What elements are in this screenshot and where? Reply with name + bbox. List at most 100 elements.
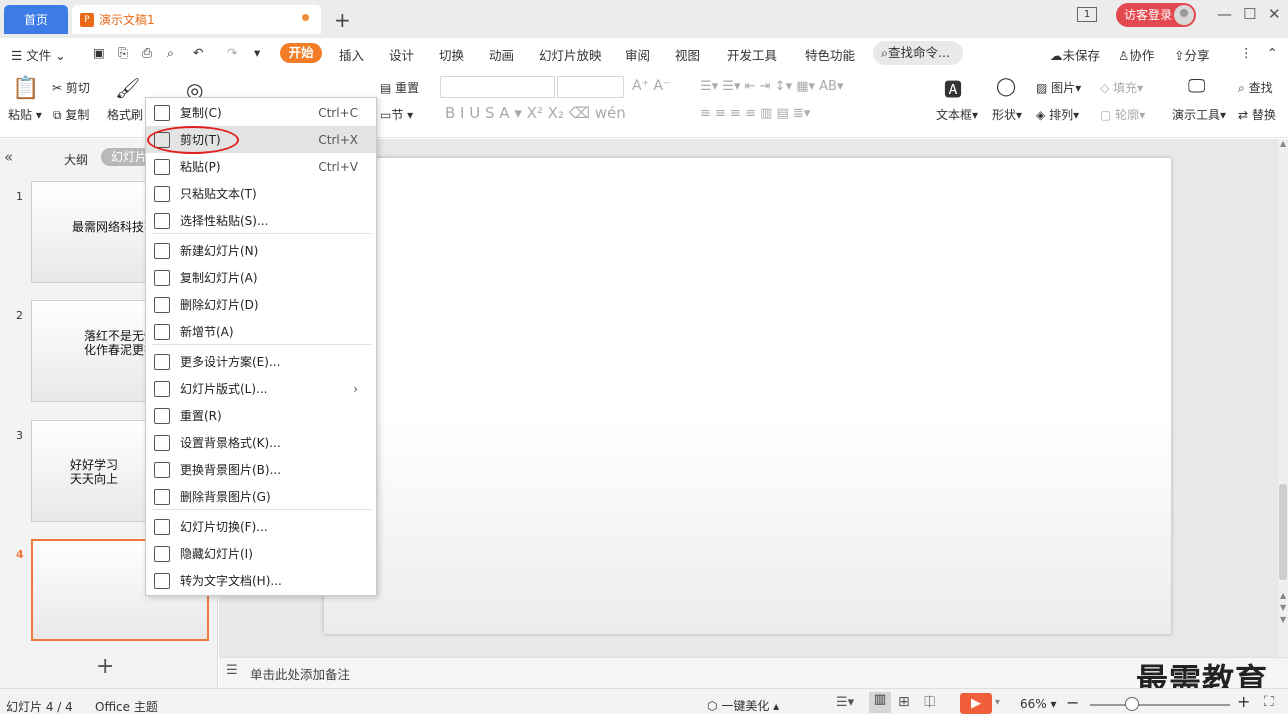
picture-button[interactable]: ▨ 图片▾ (1036, 79, 1081, 96)
copy-button[interactable]: ⧉ 复制 (53, 106, 89, 123)
notes-bar[interactable] (219, 657, 1288, 688)
menu-tab-review[interactable]: 审阅 (625, 45, 650, 64)
fill-button[interactable]: ◇ 填充▾ (1100, 79, 1143, 96)
textbox-button[interactable]: 文本框▾ (936, 106, 978, 123)
scroll-up-icon[interactable]: ▲ (1280, 139, 1286, 148)
sorter-view-icon[interactable]: ⊞ (898, 694, 910, 710)
context-menu-item[interactable]: 转为文字文档(H)... (146, 567, 376, 594)
zoom-slider[interactable] (1090, 704, 1230, 706)
tab-document[interactable]: P 演示文稿1 (72, 5, 321, 34)
save-icon[interactable]: ▣ (93, 45, 105, 60)
shape-button[interactable]: 形状▾ (992, 106, 1022, 123)
new-slide-icon (154, 242, 170, 259)
reset-button[interactable]: ▤ 重置 (380, 79, 419, 96)
font-family-select[interactable] (440, 76, 555, 98)
menu-tab-developer[interactable]: 开发工具 (727, 45, 777, 64)
shape-icon[interactable]: ◯ (996, 76, 1016, 97)
add-slide-button[interactable]: + (96, 654, 114, 679)
quick-access-dropdown-icon[interactable]: ▾ (254, 45, 260, 60)
list-icons[interactable]: ☰▾ ☰▾ ⇤ ⇥ ↕▾ ▦▾ AB▾ (700, 79, 844, 94)
notes-toggle-icon[interactable]: ☰▾ (836, 695, 854, 710)
paste-button[interactable]: 粘贴 ▾ (8, 106, 42, 123)
redo-icon[interactable]: ↷ (227, 45, 237, 60)
context-menu-item[interactable]: 新建幻灯片(N) (146, 237, 376, 264)
scrollbar-thumb[interactable] (1279, 484, 1287, 580)
brush-icon[interactable]: 🖌 (115, 76, 140, 100)
context-menu-item[interactable]: 粘贴(P) Ctrl+V (146, 153, 376, 180)
zoom-in-icon[interactable]: + (1237, 692, 1250, 711)
menu-tab-view[interactable]: 视图 (675, 45, 700, 64)
page-nav-icons[interactable]: ▲ ▼ ▼ (1280, 590, 1286, 626)
maximize-icon[interactable]: ☐ (1243, 5, 1256, 23)
file-menu[interactable]: ☰ 文件 ⌄ (11, 45, 66, 64)
undo-icon[interactable]: ↶ (193, 45, 203, 60)
unsaved-status[interactable]: ☁未保存 (1050, 45, 1100, 64)
menu-tab-slideshow[interactable]: 幻灯片放映 (539, 45, 602, 64)
font-size-buttons-icon[interactable]: A⁺ A⁻ (632, 78, 670, 94)
print-icon[interactable]: ⎙ (142, 45, 152, 61)
fit-window-icon[interactable]: ⛶ (1264, 694, 1274, 710)
tab-home[interactable]: 首页 (4, 5, 68, 34)
command-search[interactable]: ⌕查找命令... (873, 41, 963, 65)
preview-icon[interactable]: ⌕ (167, 45, 174, 61)
zoom-slider-thumb[interactable] (1125, 697, 1139, 711)
section-button[interactable]: ▭节 ▾ (380, 106, 413, 123)
replace-button[interactable]: ⇄ 替换 (1238, 106, 1276, 123)
presentation-tools-icon[interactable]: 🖵 (1188, 76, 1205, 97)
text-style-icons[interactable]: B I U S A ▾ X² X₂ ⌫ wén (445, 104, 626, 122)
menu-tab-design[interactable]: 设计 (389, 45, 414, 64)
menu-tab-insert[interactable]: 插入 (339, 45, 364, 64)
notes-placeholder[interactable]: 单击此处添加备注 (250, 664, 350, 683)
context-menu-item[interactable]: 隐藏幻灯片(I) (146, 540, 376, 567)
context-menu-item[interactable]: 更换背景图片(B)... (146, 456, 376, 483)
find-button[interactable]: ⌕ 查找 (1238, 79, 1273, 96)
context-menu-item[interactable]: 重置(R) (146, 402, 376, 429)
collapse-panel-icon[interactable]: « (4, 148, 13, 166)
login-button[interactable]: 访客登录 (1116, 3, 1196, 27)
format-painter-button[interactable]: 格式刷 (107, 106, 143, 123)
tab-outline[interactable]: 大纲 (64, 151, 88, 168)
font-size-select[interactable] (557, 76, 624, 98)
menu-tab-features[interactable]: 特色功能 (805, 45, 855, 64)
context-menu-item[interactable]: 删除幻灯片(D) (146, 291, 376, 318)
collapse-ribbon-icon[interactable]: ⌃ (1267, 45, 1277, 60)
menu-tab-animation[interactable]: 动画 (489, 45, 514, 64)
close-icon[interactable]: ✕ (1268, 5, 1281, 23)
textbox-icon[interactable]: 🅰 (944, 76, 962, 102)
collab-button[interactable]: ♙协作 (1118, 45, 1154, 64)
context-menu-item[interactable]: 更多设计方案(E)... (146, 348, 376, 375)
minimize-icon[interactable]: — (1217, 5, 1232, 23)
outline-button[interactable]: ▢ 轮廓▾ (1100, 106, 1145, 123)
slide-canvas[interactable] (324, 158, 1171, 634)
export-icon[interactable]: ⎘ (118, 45, 128, 61)
clipboard-icon[interactable]: 📋 (12, 76, 39, 101)
zoom-out-icon[interactable]: − (1066, 693, 1079, 712)
context-menu-item[interactable]: 幻灯片切换(F)... (146, 513, 376, 540)
normal-view-icon[interactable]: ▥ (869, 692, 891, 713)
page-indicator[interactable]: 1 (1077, 7, 1097, 22)
context-menu-item[interactable]: 复制(C) Ctrl+C (146, 99, 376, 126)
menu-tab-start[interactable]: 开始 (280, 43, 322, 63)
context-menu-item[interactable]: 新增节(A) (146, 318, 376, 345)
arrange-button[interactable]: ◈ 排列▾ (1036, 106, 1079, 123)
zoom-level[interactable]: 66% ▾ (1020, 697, 1057, 711)
command-search-label: 查找命令... (888, 45, 950, 60)
present-tools-button[interactable]: 演示工具▾ (1172, 106, 1226, 123)
context-menu-item[interactable]: 删除背景图片(G) (146, 483, 376, 510)
new-tab-button[interactable]: + (334, 8, 351, 32)
cut-button[interactable]: ✂ 剪切 (52, 79, 90, 96)
context-menu-item[interactable]: 选择性粘贴(S)... (146, 207, 376, 234)
context-menu-item[interactable]: 设置背景格式(K)... (146, 429, 376, 456)
context-menu-item[interactable]: 只粘贴文本(T) (146, 180, 376, 207)
play-slideshow-button[interactable]: ▶ (960, 693, 992, 714)
context-menu-item[interactable]: 幻灯片版式(L)... › (146, 375, 376, 402)
menu-tab-transition[interactable]: 切换 (439, 45, 464, 64)
play-dropdown-icon[interactable]: ▾ (995, 697, 1000, 708)
beautify-button[interactable]: ⬡ 一键美化 ▴ (707, 697, 779, 714)
context-menu-item[interactable]: 复制幻灯片(A) (146, 264, 376, 291)
more-icon[interactable]: ⋮ (1240, 45, 1253, 60)
align-icons[interactable]: ≡ ≡ ≡ ≡ ▥ ▤ ≣▾ (700, 106, 810, 121)
reading-view-icon[interactable]: ⎅ (924, 694, 935, 710)
theme-name[interactable]: Office 主题 (95, 698, 158, 714)
share-button[interactable]: ⇪分享 (1174, 45, 1210, 64)
